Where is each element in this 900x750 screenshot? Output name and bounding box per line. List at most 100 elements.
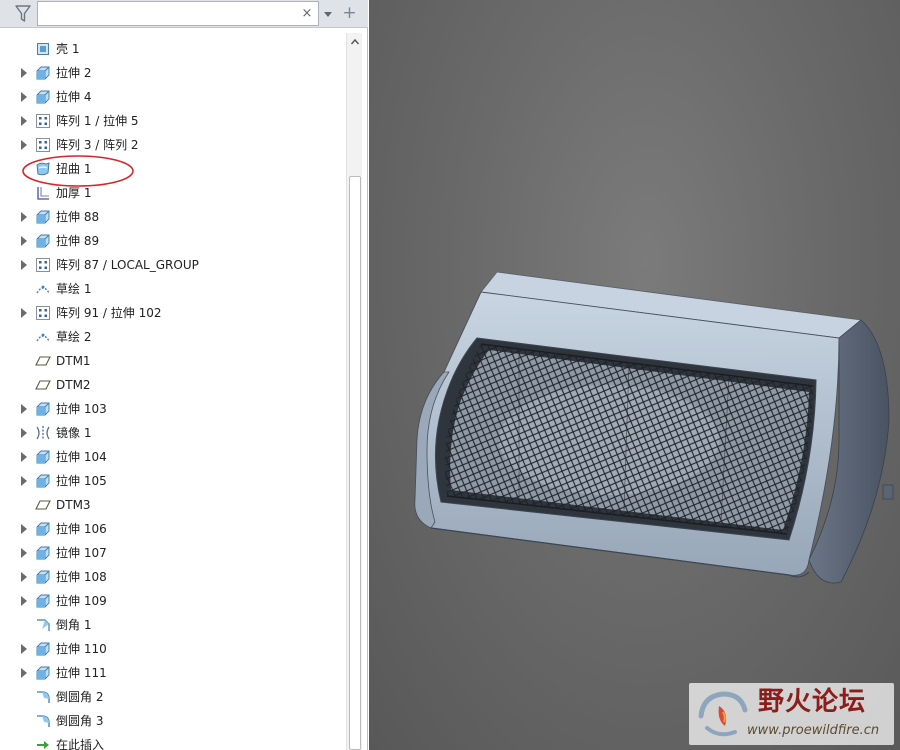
tree-item[interactable]: 阵列 91 / 拉伸 102: [14, 301, 344, 325]
extrude-icon: [35, 449, 51, 465]
tree-item[interactable]: 阵列 1 / 拉伸 5: [14, 109, 344, 133]
tree-item-label: 壳 1: [56, 42, 80, 56]
watermark-url: www.proewildfire.cn: [747, 723, 880, 738]
expand-arrow-icon[interactable]: [21, 116, 27, 126]
tree-item[interactable]: 拉伸 109: [14, 589, 344, 613]
pattern-icon: [35, 257, 51, 273]
expand-arrow-icon[interactable]: [21, 404, 27, 414]
tree-item-label: 倒角 1: [56, 618, 92, 632]
pattern-icon: [35, 113, 51, 129]
tree-item-label: 拉伸 104: [56, 450, 107, 464]
tree-item[interactable]: 草绘 1: [14, 277, 344, 301]
round-icon: [35, 713, 51, 729]
extrude-icon: [35, 233, 51, 249]
datum-plane-icon: [35, 353, 51, 369]
tree-item-label: 在此插入: [56, 738, 105, 750]
tree-item[interactable]: 拉伸 111: [14, 661, 344, 685]
expand-arrow-icon[interactable]: [21, 236, 27, 246]
tree-item[interactable]: 倒圆角 2: [14, 685, 344, 709]
clear-search-icon[interactable]: ×: [300, 5, 314, 22]
tree-item-label: 阵列 1 / 拉伸 5: [56, 114, 139, 128]
tree-item-label: 草绘 1: [56, 282, 92, 296]
tree-item[interactable]: 拉伸 88: [14, 205, 344, 229]
extrude-icon: [35, 545, 51, 561]
tree-item[interactable]: 拉伸 89: [14, 229, 344, 253]
extrude-icon: [35, 665, 51, 681]
sketch-icon: [35, 281, 51, 297]
extrude-icon: [35, 473, 51, 489]
tree-item[interactable]: 镜像 1: [14, 421, 344, 445]
sketch-icon: [35, 329, 51, 345]
expand-arrow-icon[interactable]: [21, 572, 27, 582]
tree-scrollbar[interactable]: [346, 33, 362, 750]
tree-item-label: 拉伸 111: [56, 666, 107, 680]
tree-item[interactable]: DTM2: [14, 373, 344, 397]
tree-item[interactable]: 壳 1: [14, 37, 344, 61]
tree-item[interactable]: 草绘 2: [14, 325, 344, 349]
expand-arrow-icon[interactable]: [21, 308, 27, 318]
forum-logo-icon: [698, 691, 748, 737]
tree-item[interactable]: 拉伸 4: [14, 85, 344, 109]
insert-here-icon: [35, 737, 51, 750]
expand-arrow-icon[interactable]: [21, 668, 27, 678]
expand-arrow-icon[interactable]: [21, 68, 27, 78]
extrude-icon: [35, 521, 51, 537]
scroll-thumb[interactable]: [349, 176, 361, 750]
tree-item-label: 拉伸 110: [56, 642, 107, 656]
tree-item-label: 拉伸 4: [56, 90, 92, 104]
tree-item-label: 拉伸 107: [56, 546, 107, 560]
model-tree-toolbar: × +: [0, 0, 368, 28]
tree-item[interactable]: 拉伸 2: [14, 61, 344, 85]
scroll-up-icon[interactable]: [349, 36, 361, 48]
tree-item-label: 镜像 1: [56, 426, 92, 440]
tree-item[interactable]: 倒角 1: [14, 613, 344, 637]
tree-item-label: DTM2: [56, 378, 91, 392]
search-input[interactable]: [40, 4, 296, 23]
watermark: 野火论坛 www.proewildfire.cn: [689, 683, 894, 745]
shell-icon: [35, 41, 51, 57]
expand-arrow-icon[interactable]: [21, 548, 27, 558]
expand-arrow-icon[interactable]: [21, 596, 27, 606]
tree-item[interactable]: 拉伸 103: [14, 397, 344, 421]
tree-item-label: 拉伸 105: [56, 474, 107, 488]
extrude-icon: [35, 641, 51, 657]
round-icon: [35, 689, 51, 705]
tree-item[interactable]: 拉伸 108: [14, 565, 344, 589]
add-icon[interactable]: +: [342, 5, 357, 22]
tree-item-label: 倒圆角 2: [56, 690, 104, 704]
expand-arrow-icon[interactable]: [21, 140, 27, 150]
graphics-window[interactable]: [369, 0, 900, 750]
extrude-icon: [35, 593, 51, 609]
expand-arrow-icon[interactable]: [21, 92, 27, 102]
tree-item-label: 拉伸 2: [56, 66, 92, 80]
tree-item-label: 拉伸 109: [56, 594, 107, 608]
tree-item[interactable]: 拉伸 110: [14, 637, 344, 661]
datum-plane-icon: [35, 497, 51, 513]
tree-item[interactable]: 在此插入: [14, 733, 344, 750]
expand-arrow-icon[interactable]: [21, 452, 27, 462]
filter-icon[interactable]: [11, 3, 35, 25]
tree-item[interactable]: DTM1: [14, 349, 344, 373]
expand-arrow-icon[interactable]: [21, 644, 27, 654]
tree-item-label: 拉伸 103: [56, 402, 107, 416]
tree-item[interactable]: 阵列 87 / LOCAL_GROUP: [14, 253, 344, 277]
model-3d-view: [414, 271, 894, 584]
tree-item[interactable]: 拉伸 104: [14, 445, 344, 469]
chevron-down-icon[interactable]: [322, 7, 334, 21]
expand-arrow-icon[interactable]: [21, 476, 27, 486]
tree-item-label: 拉伸 88: [56, 210, 100, 224]
tree-item[interactable]: 拉伸 106: [14, 517, 344, 541]
tree-item[interactable]: 拉伸 107: [14, 541, 344, 565]
expand-arrow-icon[interactable]: [21, 428, 27, 438]
datum-plane-icon: [35, 377, 51, 393]
tree-item[interactable]: DTM3: [14, 493, 344, 517]
tree-item-label: 拉伸 106: [56, 522, 107, 536]
expand-arrow-icon[interactable]: [21, 212, 27, 222]
tree-item-label: 草绘 2: [56, 330, 92, 344]
tree-item[interactable]: 拉伸 105: [14, 469, 344, 493]
tree-item-label: 拉伸 89: [56, 234, 100, 248]
tree-item[interactable]: 倒圆角 3: [14, 709, 344, 733]
pattern-icon: [35, 305, 51, 321]
expand-arrow-icon[interactable]: [21, 260, 27, 270]
expand-arrow-icon[interactable]: [21, 524, 27, 534]
